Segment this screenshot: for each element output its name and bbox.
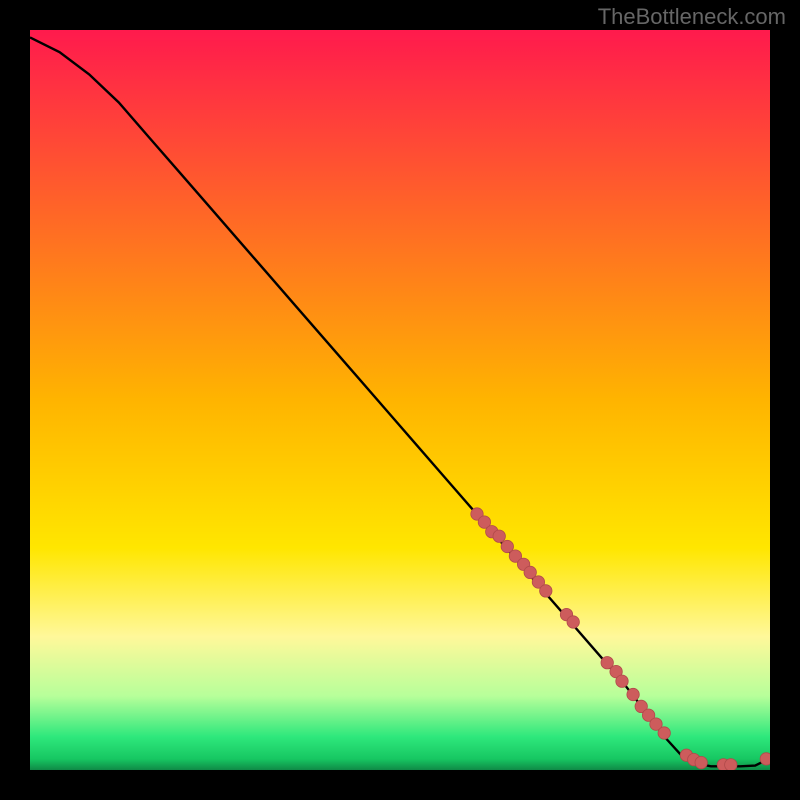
highlight-dot	[493, 530, 505, 542]
highlight-dot	[760, 753, 770, 765]
highlight-dot	[658, 727, 670, 739]
highlight-dot	[695, 756, 707, 768]
highlight-dot	[540, 585, 552, 597]
highlight-dot	[627, 688, 639, 700]
plot-area	[30, 30, 770, 770]
highlight-dot	[725, 759, 737, 770]
highlight-dot	[616, 675, 628, 687]
highlight-dot	[567, 616, 579, 628]
watermark-text: TheBottleneck.com	[598, 4, 786, 30]
chart-stage: TheBottleneck.com	[0, 0, 800, 800]
bottleneck-chart	[30, 30, 770, 770]
